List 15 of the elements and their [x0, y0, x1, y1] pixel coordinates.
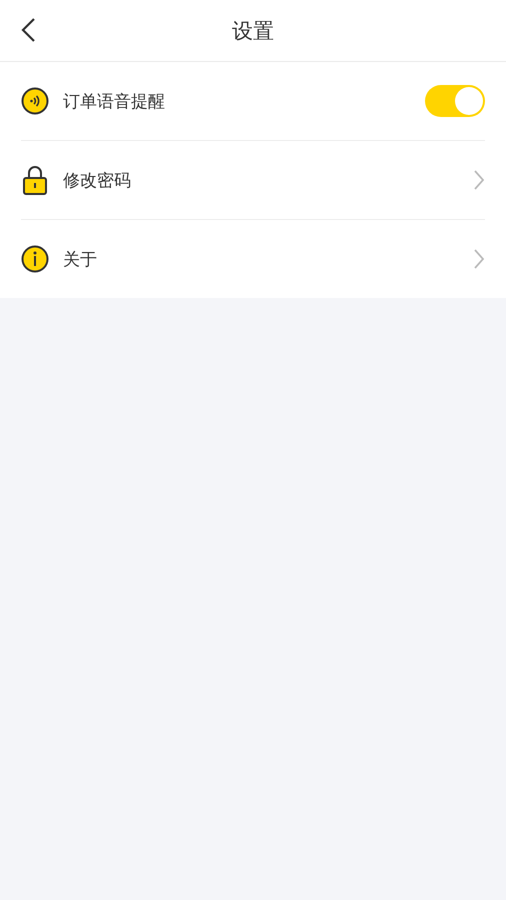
settings-row[interactable]: 修改密码 — [21, 141, 485, 220]
settings-row[interactable]: 关于 — [21, 220, 485, 298]
toggle-switch[interactable] — [425, 85, 485, 117]
row-label: 关于 — [63, 248, 98, 270]
chevron-right-icon — [473, 169, 485, 191]
sound-icon — [21, 87, 49, 115]
chevron-right-icon — [473, 248, 485, 270]
back-icon — [20, 17, 36, 43]
back-button[interactable] — [20, 17, 36, 43]
row-label: 订单语音提醒 — [63, 90, 166, 112]
info-icon — [21, 245, 49, 273]
page-title: 设置 — [232, 18, 274, 44]
lock-icon — [21, 165, 49, 195]
settings-row[interactable]: 订单语音提醒 — [21, 62, 485, 141]
row-label: 修改密码 — [63, 170, 132, 192]
